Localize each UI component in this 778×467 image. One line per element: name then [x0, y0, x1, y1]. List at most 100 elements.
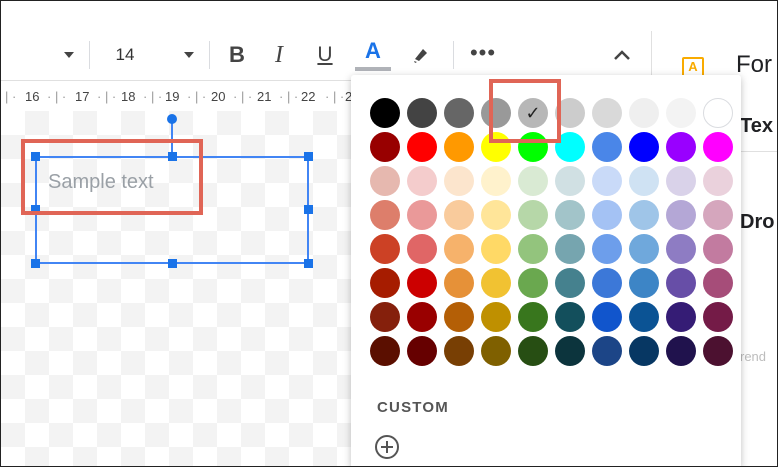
color-swatch[interactable]: [407, 132, 437, 162]
resize-handle-bottom-left[interactable]: [31, 259, 40, 268]
color-swatch[interactable]: [407, 302, 437, 332]
color-swatch[interactable]: [370, 98, 400, 128]
color-swatch[interactable]: [629, 166, 659, 196]
color-swatch[interactable]: [444, 234, 474, 264]
color-swatch[interactable]: [592, 200, 622, 230]
color-swatch[interactable]: [370, 268, 400, 298]
rotation-handle[interactable]: [167, 114, 177, 124]
color-swatch[interactable]: [703, 200, 733, 230]
color-swatch[interactable]: [629, 302, 659, 332]
color-swatch[interactable]: [444, 98, 474, 128]
color-swatch[interactable]: [518, 268, 548, 298]
color-swatch[interactable]: [555, 166, 585, 196]
color-swatch[interactable]: [592, 166, 622, 196]
panel-section-text[interactable]: Tex: [740, 115, 773, 138]
color-swatch[interactable]: [666, 234, 696, 264]
color-swatch[interactable]: [703, 234, 733, 264]
color-swatch[interactable]: [370, 336, 400, 366]
color-swatch[interactable]: [444, 166, 474, 196]
color-swatch[interactable]: [370, 234, 400, 264]
color-swatch[interactable]: [629, 200, 659, 230]
more-options-button[interactable]: •••: [467, 37, 499, 69]
color-swatch[interactable]: [592, 234, 622, 264]
color-swatch[interactable]: [407, 268, 437, 298]
color-swatch[interactable]: [555, 234, 585, 264]
color-swatch[interactable]: [481, 234, 511, 264]
resize-handle-top-right[interactable]: [304, 152, 313, 161]
color-swatch[interactable]: [555, 336, 585, 366]
color-swatch[interactable]: [666, 268, 696, 298]
color-swatch[interactable]: [444, 268, 474, 298]
color-swatch[interactable]: [703, 166, 733, 196]
color-swatch[interactable]: [481, 200, 511, 230]
color-swatch[interactable]: [481, 268, 511, 298]
font-size-field[interactable]: 14: [105, 39, 145, 71]
color-swatch[interactable]: [555, 200, 585, 230]
resize-handle-right[interactable]: [304, 205, 313, 214]
color-swatch[interactable]: [629, 234, 659, 264]
toolbar-divider: [453, 41, 454, 69]
color-swatch[interactable]: [592, 302, 622, 332]
color-swatch[interactable]: [407, 234, 437, 264]
color-swatch[interactable]: [703, 132, 733, 162]
resize-handle-bottom[interactable]: [168, 259, 177, 268]
color-swatch[interactable]: [481, 302, 511, 332]
italic-button[interactable]: I: [265, 39, 293, 71]
color-swatch[interactable]: [407, 166, 437, 196]
color-swatch[interactable]: [444, 302, 474, 332]
resize-handle-bottom-right[interactable]: [304, 259, 313, 268]
color-swatch[interactable]: [444, 336, 474, 366]
color-swatch[interactable]: [666, 98, 696, 128]
color-swatch[interactable]: [444, 200, 474, 230]
color-swatch[interactable]: [407, 200, 437, 230]
font-dropdown-button[interactable]: [57, 39, 81, 71]
color-swatch[interactable]: [518, 234, 548, 264]
color-swatch[interactable]: [370, 200, 400, 230]
underline-button[interactable]: U: [311, 39, 339, 71]
color-swatch[interactable]: [481, 166, 511, 196]
color-swatch[interactable]: [481, 336, 511, 366]
color-swatch[interactable]: [444, 132, 474, 162]
color-swatch[interactable]: [629, 132, 659, 162]
color-swatch[interactable]: [407, 98, 437, 128]
color-swatch[interactable]: [592, 132, 622, 162]
panel-section-drop[interactable]: Dro: [740, 211, 774, 234]
color-swatch[interactable]: [666, 132, 696, 162]
bold-button[interactable]: B: [223, 39, 251, 71]
highlight-color-button[interactable]: [405, 39, 437, 71]
collapse-toolbar-button[interactable]: [607, 39, 637, 71]
color-swatch[interactable]: [518, 200, 548, 230]
color-swatch[interactable]: [518, 166, 548, 196]
text-color-button[interactable]: A: [357, 35, 389, 67]
add-custom-color-icon[interactable]: [375, 435, 399, 459]
chevron-up-icon: [614, 50, 630, 60]
color-swatch[interactable]: [629, 268, 659, 298]
color-swatch[interactable]: [555, 302, 585, 332]
format-options-icon: A: [682, 57, 704, 77]
color-swatch[interactable]: [370, 166, 400, 196]
ruler-mark: · | ·: [325, 89, 345, 104]
ruler-tick: 20: [211, 89, 226, 104]
color-swatch[interactable]: [629, 98, 659, 128]
font-size-dropdown-button[interactable]: [177, 39, 201, 71]
color-swatch[interactable]: [518, 336, 548, 366]
color-swatch[interactable]: [518, 302, 548, 332]
color-swatch[interactable]: [555, 268, 585, 298]
color-swatch[interactable]: [370, 132, 400, 162]
ruler-tick: 22: [301, 89, 316, 104]
color-swatch[interactable]: [666, 166, 696, 196]
color-swatch[interactable]: [703, 268, 733, 298]
color-swatch[interactable]: [703, 336, 733, 366]
color-swatch[interactable]: [407, 336, 437, 366]
highlight-box-swatch: [489, 79, 561, 143]
color-swatch[interactable]: [703, 98, 733, 128]
color-swatch[interactable]: [629, 336, 659, 366]
color-swatch[interactable]: [666, 200, 696, 230]
color-swatch[interactable]: [666, 302, 696, 332]
color-swatch[interactable]: [592, 268, 622, 298]
color-swatch[interactable]: [666, 336, 696, 366]
color-swatch[interactable]: [703, 302, 733, 332]
color-swatch[interactable]: [370, 302, 400, 332]
color-swatch[interactable]: [592, 98, 622, 128]
color-swatch[interactable]: [592, 336, 622, 366]
